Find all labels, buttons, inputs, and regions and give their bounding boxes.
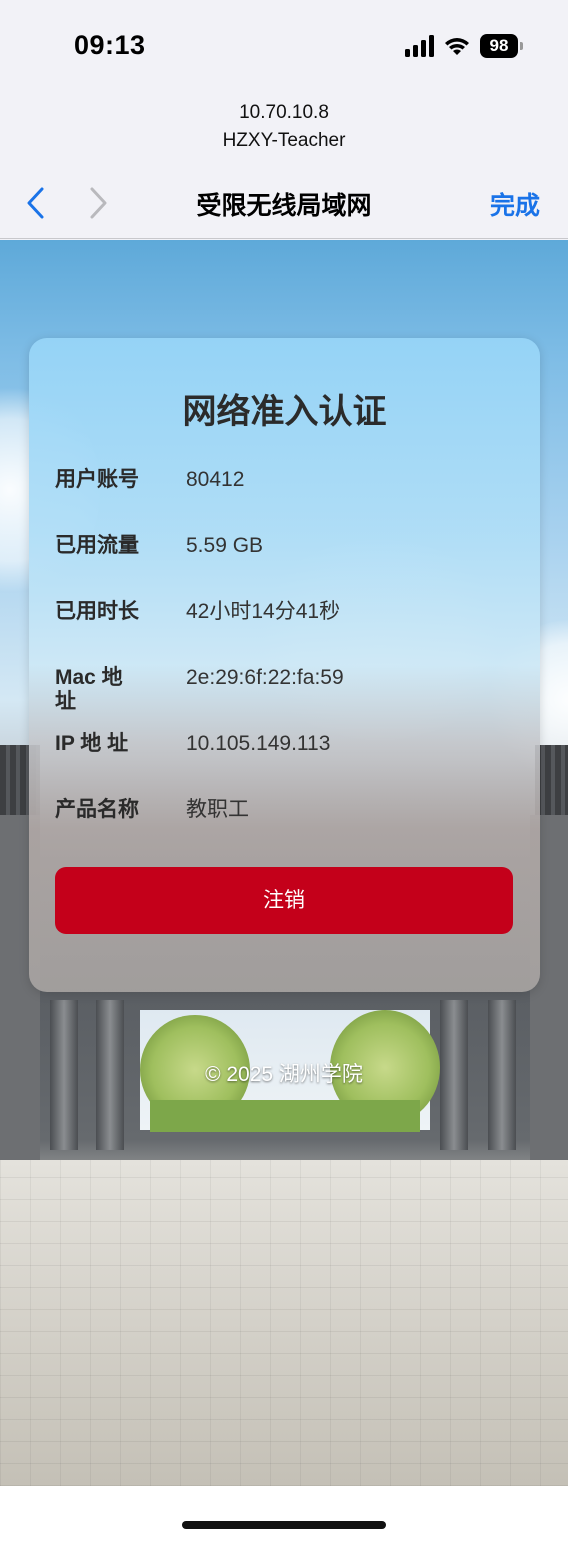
info-value: 10.105.149.113 — [186, 732, 331, 755]
info-row-duration: 已用时长 42小时14分41秒 — [55, 600, 515, 640]
lawn — [150, 1100, 420, 1132]
captive-portal-page: 网络准入认证 用户账号 80412 已用流量 5.59 GB 已用时长 42小时… — [0, 240, 568, 1486]
auth-card: 网络准入认证 用户账号 80412 已用流量 5.59 GB 已用时长 42小时… — [29, 338, 540, 992]
info-value: 42小时14分41秒 — [186, 600, 341, 623]
navigation-bar: 受限无线局域网 完成 — [0, 166, 568, 239]
info-value: 2e:29:6f:22:fa:59 — [186, 666, 344, 689]
status-icons: 98 — [405, 34, 523, 58]
info-label: Mac 地址 — [55, 666, 123, 713]
info-value: 教职工 — [186, 798, 249, 821]
info-row-ip: IP 地 址 10.105.149.113 — [55, 732, 515, 772]
home-indicator-area — [0, 1486, 568, 1542]
info-label: IP 地 址 — [55, 732, 129, 755]
info-row-mac: Mac 地址 2e:29:6f:22:fa:59 — [55, 666, 515, 713]
url-header: 10.70.10.8 HZXY-Teacher — [0, 96, 568, 166]
status-time: 09:13 — [74, 30, 146, 60]
battery-icon: 98 — [480, 34, 523, 58]
info-label: 已用时长 — [55, 600, 139, 623]
info-label: 产品名称 — [55, 798, 139, 821]
plaza-ground — [0, 1160, 568, 1486]
info-row-traffic: 已用流量 5.59 GB — [55, 534, 515, 574]
wifi-icon — [444, 36, 470, 56]
cellular-signal-icon — [405, 35, 434, 57]
info-label: 已用流量 — [55, 534, 139, 557]
info-row-product: 产品名称 教职工 — [55, 798, 515, 838]
logout-button[interactable]: 注销 — [55, 867, 513, 934]
done-button[interactable]: 完成 — [490, 186, 540, 222]
card-title: 网络准入认证 — [182, 393, 387, 431]
url-ip: 10.70.10.8 — [239, 102, 329, 123]
info-row-account: 用户账号 80412 — [55, 468, 515, 508]
info-label: 用户账号 — [55, 468, 139, 491]
info-value: 5.59 GB — [186, 534, 264, 557]
info-value: 80412 — [186, 468, 245, 491]
status-bar: 09:13 98 — [0, 0, 568, 96]
network-ssid: HZXY-Teacher — [222, 130, 346, 151]
page-title: 受限无线局域网 — [196, 192, 372, 220]
copyright-text: © 2025 湖州学院 — [205, 1063, 363, 1086]
home-indicator[interactable] — [182, 1521, 386, 1529]
